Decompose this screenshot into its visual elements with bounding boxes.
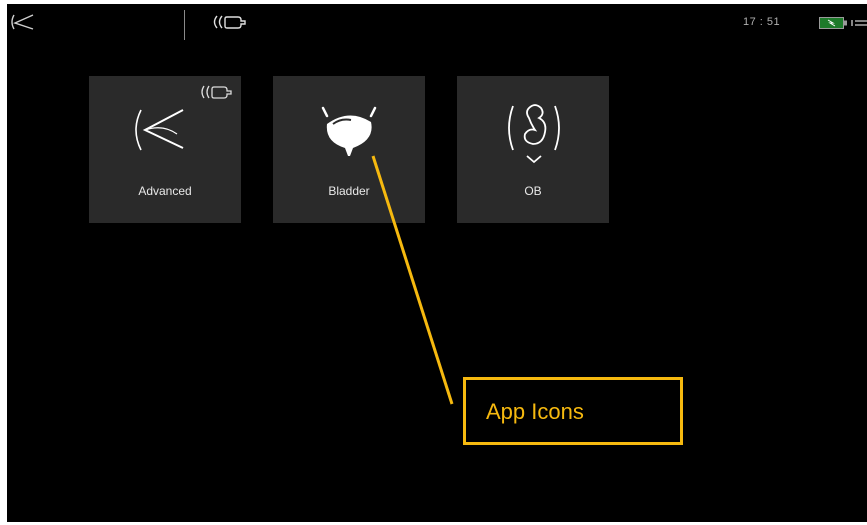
- callout-label: App Icons: [486, 399, 584, 424]
- app-tile-advanced[interactable]: Advanced: [89, 76, 241, 223]
- clock: 17 : 51: [743, 16, 781, 28]
- fetus-icon: [508, 104, 560, 164]
- status-bar: 17 : 51: [7, 4, 867, 48]
- device-screen: 17 : 51 Advanced Bladder OB: [7, 4, 867, 522]
- app-tile-bladder[interactable]: Bladder: [273, 76, 425, 223]
- bladder-icon: [321, 106, 377, 156]
- wireless-probe-icon: [213, 15, 246, 29]
- callout-box: App Icons: [463, 377, 683, 445]
- app-label-advanced: Advanced: [138, 184, 192, 198]
- app-label-bladder: Bladder: [328, 184, 370, 198]
- status-divider: [184, 10, 185, 40]
- wireless-probe-icon: [201, 85, 232, 99]
- probe-arc-icon[interactable]: [11, 13, 35, 31]
- app-label-ob: OB: [524, 184, 542, 198]
- advanced-scan-icon: [135, 109, 184, 151]
- app-tile-ob[interactable]: OB: [457, 76, 609, 223]
- battery-charging-icon: [819, 17, 867, 29]
